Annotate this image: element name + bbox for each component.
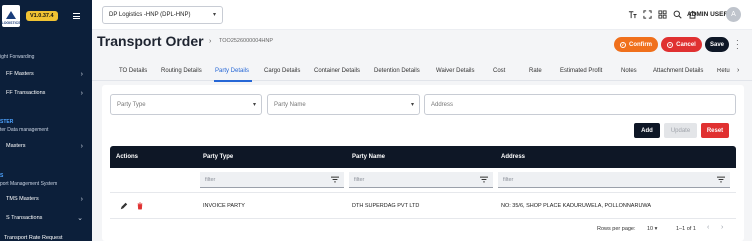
avatar[interactable]: A [726, 7, 741, 22]
chevron-right-icon: › [80, 89, 83, 97]
chevron-down-icon: ▾ [410, 102, 414, 108]
tab-waiver-details[interactable]: Waiver Details [436, 68, 474, 74]
tab-bar: TO Details Routing Details Party Details… [92, 64, 752, 82]
order-number: TOO2526000004HNP [219, 38, 274, 44]
chevron-right-icon[interactable]: › [737, 67, 739, 74]
x-circle-icon: × [667, 41, 674, 48]
sidebar-heading: STER [0, 119, 14, 125]
main-content: Transport Order › TOO2526000004HNP ✓ Con… [92, 30, 752, 241]
filter-row: filter filter filter [110, 168, 736, 193]
delete-icon[interactable] [136, 202, 144, 210]
chevron-down-icon: ▾ [212, 12, 216, 18]
column-header-party-type[interactable]: Party Type [203, 154, 233, 160]
grid-icon[interactable] [658, 10, 667, 19]
tab-rate[interactable]: Rate [529, 68, 542, 74]
sidebar: LOGISTICS V1.0.37.4 ight Forwarding FF M… [0, 0, 92, 241]
sidebar-section-label: ight Forwarding [0, 54, 35, 60]
check-circle-icon: ✓ [620, 41, 626, 48]
confirm-button[interactable]: ✓ Confirm [614, 37, 658, 52]
tab-to-details[interactable]: TO Details [119, 68, 147, 74]
chevron-right-icon: › [209, 38, 212, 45]
more-options-icon[interactable]: · · · [736, 37, 739, 53]
edit-icon[interactable] [120, 202, 128, 210]
rows-per-page-select[interactable]: 10 ▾ [647, 226, 657, 232]
version-badge: V1.0.37.4 [26, 11, 58, 21]
user-name[interactable]: ADMIN USER [687, 11, 728, 18]
next-page-icon[interactable]: › [721, 224, 723, 231]
column-header-address[interactable]: Address [501, 154, 525, 160]
chevron-down-icon: ⌄ [77, 215, 83, 222]
text-size-icon[interactable] [628, 10, 637, 19]
active-tab-indicator [214, 80, 252, 82]
search-icon[interactable] [673, 10, 682, 19]
tab-container-details[interactable]: Container Details [314, 68, 360, 74]
table-header: Actions Party Type Party Name Address [110, 146, 736, 168]
tab-estimated-profit[interactable]: Estimated Profit [560, 68, 602, 74]
tab-attachment-details[interactable]: Attachment Details [653, 68, 703, 74]
address-input[interactable]: Address [424, 94, 736, 115]
chevron-right-icon: › [80, 142, 83, 150]
tab-routing-details[interactable]: Routing Details [161, 68, 202, 74]
prev-page-icon[interactable]: ‹ [707, 224, 709, 231]
cancel-button[interactable]: × Cancel [661, 37, 702, 52]
party-type-filter[interactable]: filter [200, 172, 344, 188]
party-details-card: Party Type ▾ Party Name ▾ Address Add Up… [102, 85, 744, 241]
party-type-select[interactable]: Party Type ▾ [110, 94, 262, 115]
filter-icon[interactable] [480, 176, 488, 183]
sidebar-item-transport-rate-request[interactable]: Transport Rate Request [0, 231, 92, 241]
chevron-right-icon: › [80, 70, 83, 78]
page-title: Transport Order [97, 33, 204, 49]
cell-address: NO: 35/6, SHOP PLACE KADURUWELA, POLLONN… [501, 203, 652, 209]
chevron-right-icon: › [80, 195, 83, 203]
tab-return[interactable]: Retu [717, 68, 735, 74]
cell-party-type: INVOICE PARTY [203, 203, 245, 209]
sidebar-section-label: port Management System [0, 181, 58, 187]
sidebar-item-ff-masters[interactable]: FF Masters › [0, 67, 92, 81]
party-name-select[interactable]: Party Name ▾ [267, 94, 420, 115]
table-row: INVOICE PARTY DTH SUPERDAG PVT LTD NO: 3… [110, 193, 736, 219]
expand-icon[interactable] [643, 10, 652, 19]
top-bar: DP Logistics -HNP (DPL-HNP) ▾ ADMIN USER… [92, 0, 752, 30]
tab-detention-details[interactable]: Detention Details [374, 68, 420, 74]
column-header-actions: Actions [116, 154, 139, 160]
chevron-down-icon: ▾ [252, 102, 256, 108]
address-filter[interactable]: filter [498, 172, 730, 188]
sidebar-header: LOGISTICS V1.0.37.4 [0, 0, 92, 32]
tab-cost[interactable]: Cost [493, 68, 505, 74]
sidebar-item-tms-masters[interactable]: TMS Masters › [0, 192, 92, 206]
tab-party-details[interactable]: Party Details [215, 68, 249, 74]
sidebar-item-masters[interactable]: Masters › [0, 139, 92, 153]
app-root: LOGISTICS V1.0.37.4 ight Forwarding FF M… [0, 0, 752, 241]
tab-cargo-details[interactable]: Cargo Details [264, 68, 300, 74]
company-select[interactable]: DP Logistics -HNP (DPL-HNP) ▾ [102, 6, 223, 24]
pagination: Rows per page: 10 ▾ 1–1 of 1 ‹ › [110, 219, 736, 241]
party-name-filter[interactable]: filter [349, 172, 493, 188]
sidebar-section-label: ter Data management [0, 127, 49, 133]
company-logo: LOGISTICS [2, 5, 20, 27]
sidebar-heading: S [0, 173, 4, 179]
hamburger-menu-icon[interactable] [73, 13, 80, 21]
add-button[interactable]: Add [634, 123, 660, 138]
cell-party-name: DTH SUPERDAG PVT LTD [352, 203, 420, 209]
sidebar-item-tms-transactions[interactable]: S Transactions ⌄ [0, 211, 92, 225]
sidebar-item-ff-transactions[interactable]: FF Transactions › [0, 86, 92, 100]
reset-button[interactable]: Reset [701, 123, 729, 138]
save-button[interactable]: Save [705, 37, 729, 52]
column-header-party-name[interactable]: Party Name [352, 154, 385, 160]
rows-per-page-label: Rows per page: [597, 226, 636, 232]
filter-icon[interactable] [717, 176, 725, 183]
filter-icon[interactable] [331, 176, 339, 183]
page-range: 1–1 of 1 [676, 226, 696, 232]
update-button: Update [664, 123, 697, 138]
tab-notes[interactable]: Notes [621, 68, 637, 74]
